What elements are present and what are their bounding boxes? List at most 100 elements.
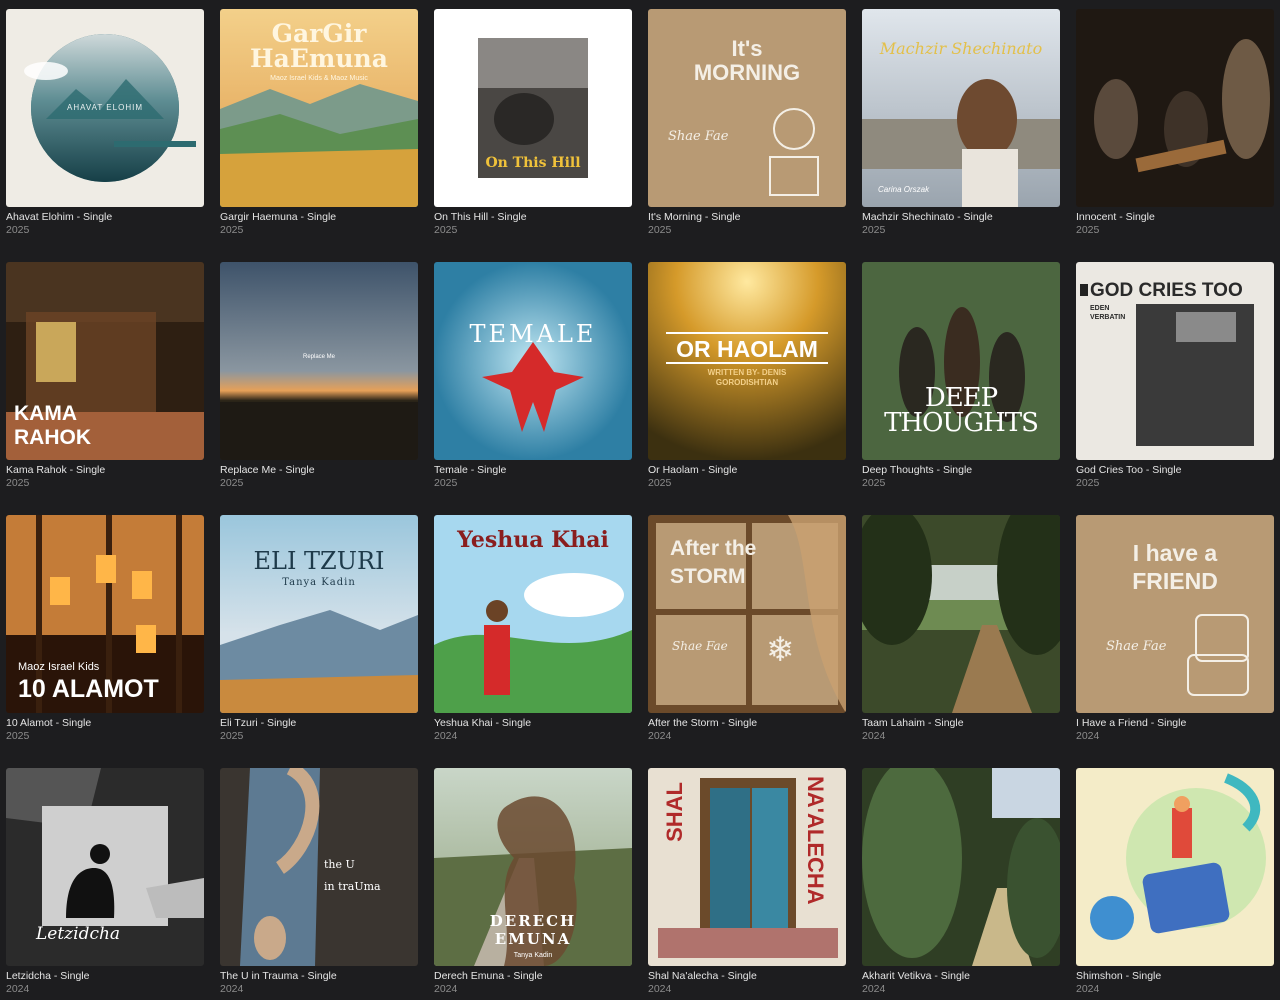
album-cover[interactable]: DEEP THOUGHTS xyxy=(862,262,1060,460)
album-card[interactable]: SHAL NA'ALECHA Shal Na'alecha - Single 2… xyxy=(648,768,846,996)
album-cover[interactable]: GarGir HaEmuna Maoz Israel Kids & Maoz M… xyxy=(220,9,418,207)
album-cover[interactable]: Yeshua Khai xyxy=(434,515,632,713)
album-title[interactable]: Innocent - Single xyxy=(1076,211,1274,224)
album-card[interactable]: Shimshon - Single 2024 xyxy=(1076,768,1274,996)
album-card[interactable]: Replace Me Replace Me - Single 2025 xyxy=(220,262,418,490)
album-title[interactable]: It's Morning - Single xyxy=(648,211,846,224)
album-title[interactable]: Deep Thoughts - Single xyxy=(862,464,1060,477)
cover-text-line2: MORNING xyxy=(693,60,801,85)
album-card[interactable]: GarGir HaEmuna Maoz Israel Kids & Maoz M… xyxy=(220,9,418,237)
album-cover[interactable]: Letzidcha xyxy=(6,768,204,966)
album-cover[interactable] xyxy=(1076,9,1274,207)
album-cover[interactable]: the U in traUma xyxy=(220,768,418,966)
cover-text-line2: in traUma xyxy=(324,880,381,893)
album-title[interactable]: Eli Tzuri - Single xyxy=(220,717,418,730)
album-year: 2024 xyxy=(1076,730,1100,742)
album-title[interactable]: Temale - Single xyxy=(434,464,632,477)
cover-text: DERECH xyxy=(489,912,577,930)
cover-text: GOD CRIES TOO xyxy=(1090,280,1243,301)
album-year: 2025 xyxy=(1076,477,1100,489)
album-year: 2025 xyxy=(862,224,886,236)
album-card[interactable]: On This Hill On This Hill - Single 2025 xyxy=(434,9,632,237)
album-year: 2025 xyxy=(434,477,458,489)
album-card[interactable]: Maoz Israel Kids 10 ALAMOT 10 Alamot - S… xyxy=(6,515,204,743)
album-card[interactable]: ELI TZURI Tanya Kadin Eli Tzuri - Single… xyxy=(220,515,418,743)
album-title[interactable]: On This Hill - Single xyxy=(434,211,632,224)
album-title[interactable]: Ahavat Elohim - Single xyxy=(6,211,204,224)
album-card[interactable]: DERECH EMUNA Tanya Kadin Derech Emuna - … xyxy=(434,768,632,996)
cover-text: After the xyxy=(670,537,757,560)
album-card[interactable]: TEMALE Temale - Single 2025 xyxy=(434,262,632,490)
album-title[interactable]: I Have a Friend - Single xyxy=(1076,717,1274,730)
album-card[interactable]: KAMA RAHOK Kama Rahok - Single 2025 xyxy=(6,262,204,490)
cover-text: I have a xyxy=(1132,540,1218,566)
album-title[interactable]: Shimshon - Single xyxy=(1076,970,1274,983)
album-title[interactable]: Yeshua Khai - Single xyxy=(434,717,632,730)
cover-text: It's xyxy=(731,36,763,61)
album-cover[interactable]: It's MORNING Shae Fae xyxy=(648,9,846,207)
album-title[interactable]: Replace Me - Single xyxy=(220,464,418,477)
cover-text: the U xyxy=(324,858,355,871)
album-cover[interactable]: OR HAOLAM WRITTEN BY- DENIS GORODISHTIAN xyxy=(648,262,846,460)
album-year: 2024 xyxy=(1076,983,1100,995)
album-card[interactable]: I have a FRIEND Shae Fae I Have a Friend… xyxy=(1076,515,1274,743)
album-card[interactable]: AHAVAT ELOHIM Ahavat Elohim - Single 202… xyxy=(6,9,204,237)
album-card[interactable]: Yeshua Khai Yeshua Khai - Single 2024 xyxy=(434,515,632,743)
album-year: 2024 xyxy=(648,730,672,742)
album-cover[interactable] xyxy=(862,768,1060,966)
album-cover[interactable]: GOD CRIES TOO EDEN VERBATIN xyxy=(1076,262,1274,460)
album-title[interactable]: Shal Na'alecha - Single xyxy=(648,970,846,983)
album-title[interactable]: Or Haolam - Single xyxy=(648,464,846,477)
album-cover[interactable]: Maoz Israel Kids 10 ALAMOT xyxy=(6,515,204,713)
album-cover[interactable] xyxy=(862,515,1060,713)
album-title[interactable]: Akharit Vetikva - Single xyxy=(862,970,1060,983)
album-cover[interactable]: After the STORM Shae Fae ❄ xyxy=(648,515,846,713)
album-year: 2024 xyxy=(6,983,30,995)
album-cover[interactable]: AHAVAT ELOHIM xyxy=(6,9,204,207)
album-year: 2025 xyxy=(6,224,30,236)
album-cover[interactable]: Replace Me xyxy=(220,262,418,460)
album-title[interactable]: The U in Trauma - Single xyxy=(220,970,418,983)
album-card[interactable]: OR HAOLAM WRITTEN BY- DENIS GORODISHTIAN… xyxy=(648,262,846,490)
album-cover[interactable]: I have a FRIEND Shae Fae xyxy=(1076,515,1274,713)
album-title[interactable]: Kama Rahok - Single xyxy=(6,464,204,477)
album-title[interactable]: Taam Lahaim - Single xyxy=(862,717,1060,730)
album-title[interactable]: Gargir Haemuna - Single xyxy=(220,211,418,224)
album-cover[interactable] xyxy=(1076,768,1274,966)
cover-text-line2: FRIEND xyxy=(1132,568,1218,594)
album-card[interactable]: Machzir Shechinato Carina Orszak Machzir… xyxy=(862,9,1060,237)
cover-text: On This Hill xyxy=(485,155,581,171)
album-title[interactable]: After the Storm - Single xyxy=(648,717,846,730)
album-title[interactable]: Letzidcha - Single xyxy=(6,970,204,983)
album-cover[interactable]: KAMA RAHOK xyxy=(6,262,204,460)
album-cover[interactable]: DERECH EMUNA Tanya Kadin xyxy=(434,768,632,966)
album-card[interactable]: Letzidcha Letzidcha - Single 2024 xyxy=(6,768,204,996)
album-title[interactable]: Machzir Shechinato - Single xyxy=(862,211,1060,224)
cover-text-line2: HaEmuna xyxy=(250,44,388,73)
cover-text-line2: NA'ALECHA xyxy=(803,776,828,905)
album-card[interactable]: GOD CRIES TOO EDEN VERBATIN God Cries To… xyxy=(1076,262,1274,490)
album-cover[interactable]: SHAL NA'ALECHA xyxy=(648,768,846,966)
cover-text-line2: STORM xyxy=(670,565,746,588)
album-cover[interactable]: Machzir Shechinato Carina Orszak xyxy=(862,9,1060,207)
album-title[interactable]: Derech Emuna - Single xyxy=(434,970,632,983)
album-title[interactable]: God Cries Too - Single xyxy=(1076,464,1274,477)
album-card[interactable]: the U in traUma The U in Trauma - Single… xyxy=(220,768,418,996)
album-card[interactable]: After the STORM Shae Fae ❄ After the Sto… xyxy=(648,515,846,743)
album-card[interactable]: Innocent - Single 2025 xyxy=(1076,9,1274,237)
album-cover[interactable]: ELI TZURI Tanya Kadin xyxy=(220,515,418,713)
album-year: 2025 xyxy=(220,224,244,236)
album-card[interactable]: It's MORNING Shae Fae It's Morning - Sin… xyxy=(648,9,846,237)
album-cover[interactable]: On This Hill xyxy=(434,9,632,207)
album-card[interactable]: DEEP THOUGHTS Deep Thoughts - Single 202… xyxy=(862,262,1060,490)
album-card[interactable]: Akharit Vetikva - Single 2024 xyxy=(862,768,1060,996)
cover-text: AHAVAT ELOHIM xyxy=(67,103,143,112)
album-year: 2024 xyxy=(648,983,672,995)
album-card[interactable]: Taam Lahaim - Single 2024 xyxy=(862,515,1060,743)
cover-text: SHAL xyxy=(662,782,687,842)
cover-subtext: Shae Fae xyxy=(668,129,729,144)
album-cover[interactable]: TEMALE xyxy=(434,262,632,460)
cover-text: Yeshua Khai xyxy=(457,527,609,553)
cover-subtext: Carina Orszak xyxy=(878,185,930,194)
album-title[interactable]: 10 Alamot - Single xyxy=(6,717,204,730)
